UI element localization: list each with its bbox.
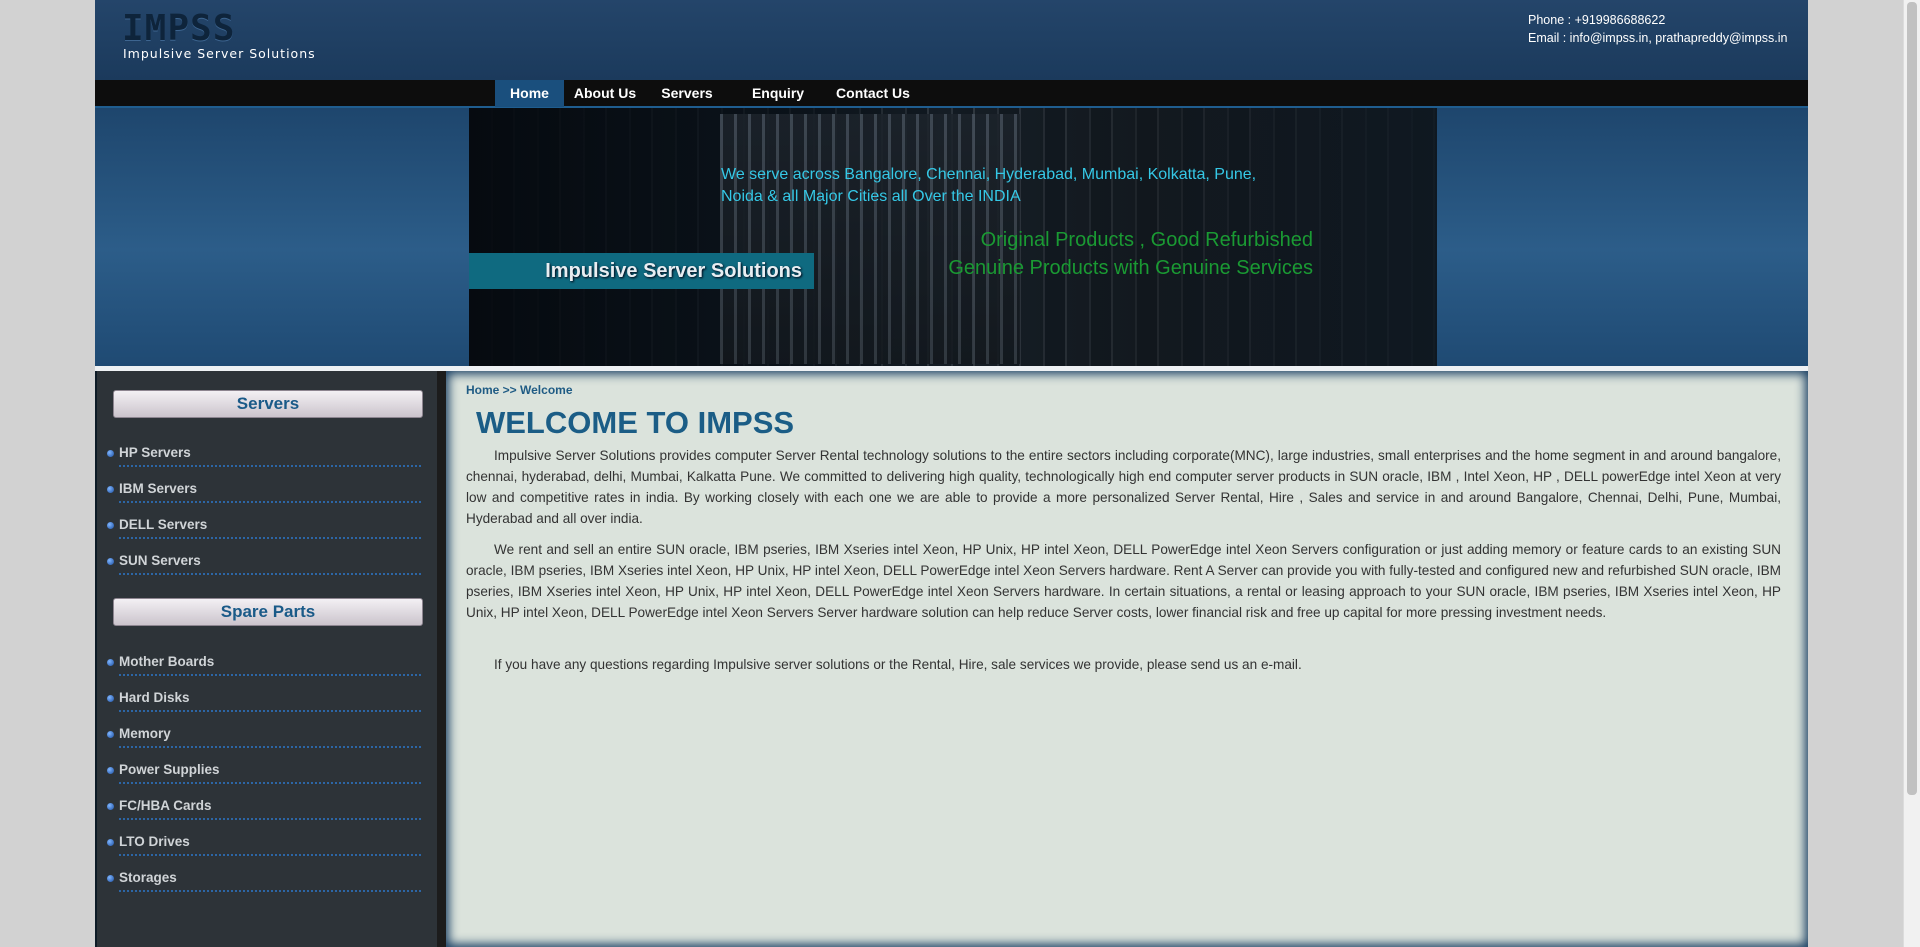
sidebar-item-label[interactable]: SUN Servers bbox=[119, 553, 201, 568]
dotted-divider bbox=[119, 501, 421, 503]
bullet-icon bbox=[107, 450, 114, 457]
vertical-scrollbar[interactable] bbox=[1903, 0, 1920, 947]
nav-enquiry[interactable]: Enquiry bbox=[748, 80, 808, 107]
banner-cities-text: We serve across Bangalore, Chennai, Hyde… bbox=[721, 164, 1341, 208]
servers-heading: Servers bbox=[113, 390, 423, 418]
banner-tagline-1: Original Products , Good Refurbished bbox=[980, 229, 1313, 251]
bullet-icon bbox=[107, 486, 114, 493]
sidebar-item-label[interactable]: LTO Drives bbox=[119, 834, 190, 849]
main-nav bbox=[95, 80, 1808, 106]
dotted-divider bbox=[119, 674, 421, 676]
nav-servers[interactable]: Servers bbox=[656, 80, 718, 107]
sidebar-item-lto-drives[interactable]: LTO Drives bbox=[107, 831, 427, 859]
dotted-divider bbox=[119, 746, 421, 748]
logo-subtitle: Impulsive Server Solutions bbox=[123, 46, 316, 61]
site-container: IMPSS Impulsive Server Solutions Phone :… bbox=[95, 0, 1808, 947]
sidebar-item-label[interactable]: Mother Boards bbox=[119, 654, 214, 669]
dotted-divider bbox=[119, 573, 421, 575]
bullet-icon bbox=[107, 695, 114, 702]
dotted-divider bbox=[119, 854, 421, 856]
dotted-divider bbox=[119, 782, 421, 784]
bullet-icon bbox=[107, 522, 114, 529]
sidebar-item-sun-servers[interactable]: SUN Servers bbox=[107, 550, 427, 578]
sidebar-item-hp-servers[interactable]: HP Servers bbox=[107, 442, 427, 470]
intro-paragraph: Impulsive Server Solutions provides comp… bbox=[466, 448, 1781, 526]
breadcrumb[interactable]: Home >> Welcome bbox=[466, 383, 573, 397]
sidebar-item-label[interactable]: Memory bbox=[119, 726, 171, 741]
bullet-icon bbox=[107, 731, 114, 738]
bullet-icon bbox=[107, 767, 114, 774]
bullet-icon bbox=[107, 558, 114, 565]
sidebar-item-label[interactable]: FC/HBA Cards bbox=[119, 798, 212, 813]
banner: We serve across Bangalore, Chennai, Hyde… bbox=[95, 108, 1808, 366]
banner-line-2: Noida & all Major Cities all Over the IN… bbox=[721, 188, 1021, 205]
dotted-divider bbox=[119, 537, 421, 539]
bullet-icon bbox=[107, 875, 114, 882]
bullet-icon bbox=[107, 803, 114, 810]
main-content: Home >> Welcome WELCOME TO IMPSS Impulsi… bbox=[446, 371, 1808, 947]
sidebar-item-mother-boards[interactable]: Mother Boards bbox=[107, 651, 427, 679]
sidebar: Servers HP Servers IBM Servers DELL Serv… bbox=[95, 371, 437, 947]
scrollbar-thumb[interactable] bbox=[1907, 2, 1917, 795]
sidebar-item-label[interactable]: HP Servers bbox=[119, 445, 191, 460]
sidebar-item-label[interactable]: Power Supplies bbox=[119, 762, 220, 777]
banner-label: Impulsive Server Solutions bbox=[469, 253, 814, 289]
sidebar-item-hard-disks[interactable]: Hard Disks bbox=[107, 687, 427, 715]
sidebar-item-power-supplies[interactable]: Power Supplies bbox=[107, 759, 427, 787]
banner-tagline: Original Products , Good Refurbished Gen… bbox=[895, 226, 1313, 282]
banner-tagline-2: Genuine Products with Genuine Services bbox=[948, 257, 1313, 279]
sidebar-item-storages[interactable]: Storages bbox=[107, 867, 427, 895]
sidebar-item-dell-servers[interactable]: DELL Servers bbox=[107, 514, 427, 542]
rent-paragraph: We rent and sell an entire SUN oracle, I… bbox=[466, 542, 1781, 620]
sidebar-item-label[interactable]: Storages bbox=[119, 870, 177, 885]
contact-paragraph: If you have any questions regarding Impu… bbox=[494, 657, 1302, 672]
sidebar-item-label[interactable]: DELL Servers bbox=[119, 517, 207, 532]
email-text: Email : info@impss.in, prathapreddy@imps… bbox=[1528, 31, 1788, 45]
spare-parts-heading: Spare Parts bbox=[113, 598, 423, 626]
page-title: WELCOME TO IMPSS bbox=[476, 405, 795, 440]
logo[interactable]: IMPSS bbox=[122, 8, 235, 49]
sidebar-item-label[interactable]: IBM Servers bbox=[119, 481, 197, 496]
sidebar-item-memory[interactable]: Memory bbox=[107, 723, 427, 751]
nav-about-us[interactable]: About Us bbox=[567, 80, 643, 107]
dotted-divider bbox=[119, 710, 421, 712]
bullet-icon bbox=[107, 839, 114, 846]
nav-contact-us[interactable]: Contact Us bbox=[831, 80, 915, 107]
banner-line-1: We serve across Bangalore, Chennai, Hyde… bbox=[721, 166, 1257, 183]
contact-info: Phone : +919986688622 Email : info@impss… bbox=[1528, 11, 1788, 47]
dotted-divider bbox=[119, 890, 421, 892]
sidebar-item-fc-hba-cards[interactable]: FC/HBA Cards bbox=[107, 795, 427, 823]
header: IMPSS Impulsive Server Solutions Phone :… bbox=[95, 0, 1808, 80]
dotted-divider bbox=[119, 465, 421, 467]
dotted-divider bbox=[119, 818, 421, 820]
sidebar-item-label[interactable]: Hard Disks bbox=[119, 690, 190, 705]
nav-home[interactable]: Home bbox=[495, 80, 564, 107]
phone-text: Phone : +919986688622 bbox=[1528, 13, 1666, 27]
sidebar-item-ibm-servers[interactable]: IBM Servers bbox=[107, 478, 427, 506]
bullet-icon bbox=[107, 659, 114, 666]
